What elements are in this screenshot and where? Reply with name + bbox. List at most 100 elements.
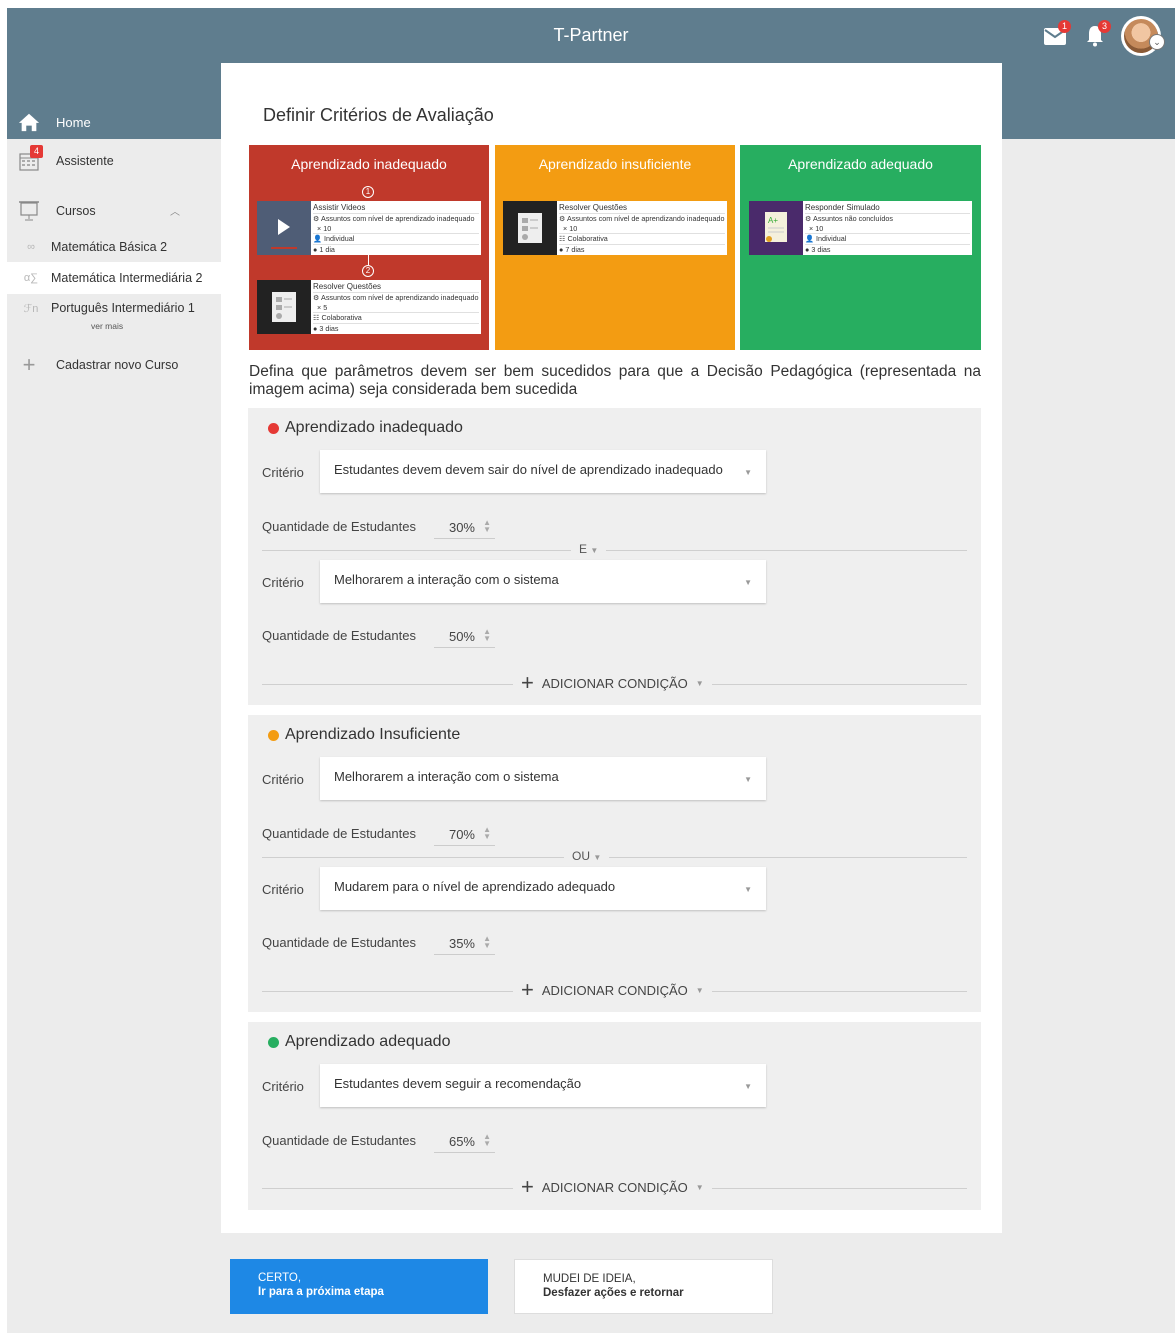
criterion-select[interactable]: Estudantes devem seguir a recomendação ▼ <box>320 1064 766 1107</box>
activity-topic: Assuntos com nível de aprendizando inade… <box>321 292 479 302</box>
spinner-icon[interactable]: ▲ ▼ <box>483 628 491 643</box>
quantity-label: Quantidade de Estudantes <box>262 628 416 643</box>
undo-return-button[interactable]: MUDEI DE IDEIA, Desfazer ações e retorna… <box>514 1259 773 1314</box>
logic-operator-select[interactable]: OU ▼ <box>564 849 610 863</box>
sidebar-item-new-course[interactable]: + Cadastrar novo Curso <box>7 352 221 377</box>
course-icon: α∑ <box>23 272 39 284</box>
section-title: Aprendizado adequado <box>268 1033 450 1051</box>
sidebar-item-course-active[interactable]: α∑ Matemática Intermediária 2 <box>7 262 221 294</box>
quantity-input[interactable]: 35% ▲ ▼ <box>434 933 495 955</box>
add-condition-button[interactable]: + ADICIONAR CONDIÇÃO ▼ <box>513 672 712 694</box>
sidebar-item-label: Matemática Intermediária 2 <box>51 271 203 285</box>
quantity-value: 35% <box>448 936 475 951</box>
sidebar-item-course[interactable]: ℱn Português Intermediário 1 <box>7 297 221 319</box>
activity-mode-row: ☷ Colaborativa <box>559 233 725 244</box>
chevron-up-icon: ︿ <box>170 207 180 218</box>
criterion-select[interactable]: Estudantes devem devem sair do nível de … <box>320 450 766 493</box>
dropdown-arrow-icon: ▼ <box>590 546 599 555</box>
activity-details: Responder Simulado ⚙ Assuntos não conclu… <box>803 201 972 255</box>
logic-operator-select[interactable]: E ▼ <box>571 542 607 556</box>
level-column-inadequate: Aprendizado inadequado 1 Assistir Videos… <box>249 145 489 350</box>
dropdown-arrow-icon: ▼ <box>744 1082 752 1091</box>
button-line: MUDEI DE IDEIA, <box>543 1273 636 1285</box>
quantity-input[interactable]: 65% ▲ ▼ <box>434 1131 495 1153</box>
divider <box>262 857 967 858</box>
person-icon: 👤 <box>313 234 324 244</box>
activity-mode-row: 👤 Individual <box>313 233 479 244</box>
activity-title: Assistir Videos <box>313 203 366 212</box>
activity-topic-row: ⚙ Assuntos não concluídos × 10 <box>805 212 970 234</box>
criterion-value: Estudantes devem devem sair do nível de … <box>334 462 723 477</box>
add-condition-button[interactable]: + ADICIONAR CONDIÇÃO ▼ <box>513 1176 712 1198</box>
activity-mode-row: 👤 Individual <box>805 233 970 244</box>
sidebar-item-label: Home <box>56 114 91 130</box>
criterion-label: Critério <box>262 575 304 590</box>
activity-title: Responder Simulado <box>805 203 880 212</box>
see-more-link[interactable]: ver mais <box>91 321 123 331</box>
questions-icon <box>257 280 311 334</box>
button-line: CERTO, <box>258 1272 302 1284</box>
activity-card[interactable]: Resolver Questões ⚙ Assuntos com nível d… <box>257 280 481 334</box>
activity-card[interactable]: Resolver Questões ⚙ Assuntos com nível d… <box>503 201 727 255</box>
activity-duration-row: ● 7 dias <box>559 244 725 255</box>
add-condition-button[interactable]: + ADICIONAR CONDIÇÃO ▼ <box>513 979 712 1001</box>
spinner-icon[interactable]: ▲ ▼ <box>483 1133 491 1148</box>
activity-duration: 3 dias <box>319 324 339 334</box>
presentation-board-icon <box>18 200 40 222</box>
spinner-icon[interactable]: ▲ ▼ <box>483 935 491 950</box>
calendar-icon: 4 <box>18 145 43 171</box>
quantity-input[interactable]: 30% ▲ ▼ <box>434 517 495 539</box>
dropdown-arrow-icon: ▼ <box>744 468 752 477</box>
activity-duration: 7 dias <box>565 245 585 255</box>
activity-card[interactable]: Assistir Videos ⚙ Assuntos com nível de … <box>257 201 481 255</box>
criteria-section-inadequate: Aprendizado inadequado Critério Estudant… <box>248 408 981 705</box>
sidebar-item-course[interactable]: ∞ Matemática Básica 2 <box>7 236 221 258</box>
status-dot-icon <box>268 422 279 434</box>
activity-mode: Individual <box>815 234 847 244</box>
video-play-icon <box>257 201 311 255</box>
step-number: 1 <box>362 186 374 198</box>
status-dot-icon <box>268 729 279 741</box>
criterion-label: Critério <box>262 1079 304 1094</box>
activity-duration-row: ● 3 dias <box>313 323 479 334</box>
activity-count: × 10 <box>317 223 332 233</box>
criterion-select[interactable]: Melhorarem a interação com o sistema ▼ <box>320 560 766 603</box>
add-condition-label: ADICIONAR CONDIÇÃO <box>541 1179 688 1195</box>
activity-duration-row: ● 1 dia <box>313 244 479 255</box>
activity-count: × 10 <box>809 223 824 233</box>
logic-operator: E <box>579 542 588 556</box>
user-avatar-button[interactable]: ⌄ <box>1121 16 1165 56</box>
activity-duration-row: ● 3 dias <box>805 244 970 255</box>
spinner-icon[interactable]: ▲ ▼ <box>483 826 491 841</box>
quantity-input[interactable]: 50% ▲ ▼ <box>434 626 495 648</box>
mail-button[interactable]: 1 <box>1041 20 1071 50</box>
sidebar-item-courses[interactable]: Cursos ︿ <box>7 196 221 226</box>
button-line: Desfazer ações e retornar <box>543 1287 684 1299</box>
notifications-button[interactable]: 3 <box>1081 20 1111 50</box>
activity-topic-row: ⚙ Assuntos com nível de aprendizando ina… <box>559 212 725 234</box>
activity-card[interactable]: A+ Responder Simulado ⚙ Assuntos não con… <box>749 201 972 255</box>
quantity-label: Quantidade de Estudantes <box>262 1133 416 1148</box>
activity-topic-row: ⚙ Assuntos com nível de aprendizando ina… <box>313 291 479 313</box>
person-icon: 👤 <box>805 234 816 244</box>
activity-details: Assistir Videos ⚙ Assuntos com nível de … <box>311 201 481 255</box>
criterion-label: Critério <box>262 882 304 897</box>
main-card: Definir Critérios de Avaliação Aprendiza… <box>221 63 1002 1233</box>
dropdown-arrow-icon: ▼ <box>593 853 602 862</box>
sidebar-item-assistant[interactable]: 4 Assistente <box>7 145 221 176</box>
quantity-input[interactable]: 70% ▲ ▼ <box>434 824 495 846</box>
add-condition-label: ADICIONAR CONDIÇÃO <box>541 675 688 691</box>
criteria-section-insufficient: Aprendizado Insuficiente Critério Melhor… <box>248 715 981 1012</box>
level-title: Aprendizado insuficiente <box>538 156 692 172</box>
spinner-icon[interactable]: ▲ ▼ <box>483 519 491 534</box>
level-title: Aprendizado inadequado <box>291 156 447 172</box>
sidebar-item-label: Cadastrar novo Curso <box>56 358 179 372</box>
activity-title: Resolver Questões <box>313 282 382 291</box>
criterion-select[interactable]: Mudarem para o nível de aprendizado adeq… <box>320 867 766 910</box>
criterion-select[interactable]: Melhorarem a interação com o sistema ▼ <box>320 757 766 800</box>
next-step-button[interactable]: CERTO, Ir para a próxima etapa <box>230 1259 488 1314</box>
sidebar-item-label: Assistente <box>56 154 114 168</box>
criterion-value: Melhorarem a interação com o sistema <box>334 572 559 587</box>
gear-icon: ⚙ <box>313 213 322 223</box>
sidebar-item-home[interactable]: Home <box>7 105 221 139</box>
